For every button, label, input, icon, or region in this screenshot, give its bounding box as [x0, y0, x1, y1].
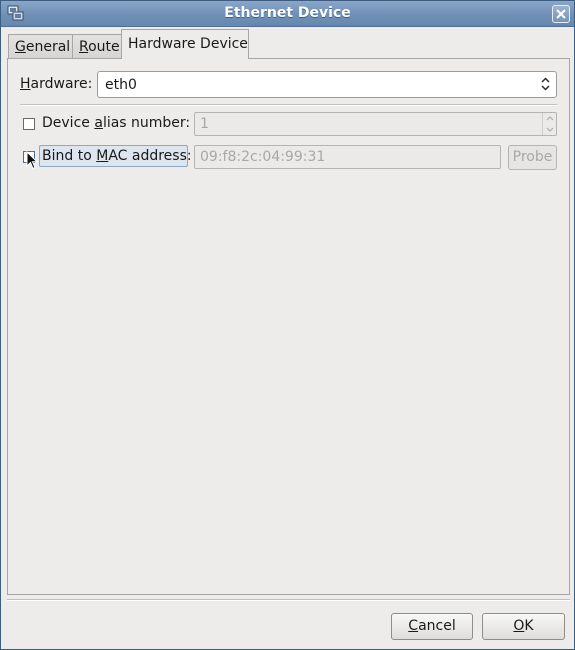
tab-panel	[7, 58, 570, 595]
mac-label-rest: AC address:	[108, 148, 192, 164]
alias-label-pre: Device	[42, 115, 95, 131]
hardware-label-text: ardware:	[30, 76, 93, 92]
mac-label-mnemonic: M	[96, 148, 109, 164]
close-icon	[556, 9, 566, 19]
alias-number-spinbox[interactable]: 1	[194, 112, 557, 136]
updown-arrows-icon	[541, 77, 550, 91]
alias-checkbox[interactable]	[23, 118, 35, 130]
alias-label: Device alias number:	[42, 115, 190, 131]
hardware-label-mnemonic: H	[20, 76, 31, 92]
tab-route[interactable]: Route	[72, 34, 122, 58]
hardware-select[interactable]: eth0	[97, 71, 557, 98]
dialog-window: Ethernet Device General Route Hardware D…	[0, 0, 575, 650]
button-separator	[7, 599, 570, 601]
hardware-select-value: eth0	[105, 77, 137, 93]
alias-label-rest: lias number:	[102, 115, 191, 131]
cancel-mnemonic: C	[408, 618, 419, 634]
spin-down-icon	[546, 127, 554, 132]
spin-buttons[interactable]	[542, 113, 556, 135]
alias-label-mnemonic: a	[94, 115, 103, 131]
probe-button-label: Probe	[512, 149, 553, 165]
probe-button[interactable]: Probe	[508, 145, 557, 170]
alias-number-value: 1	[200, 116, 209, 132]
mac-address-field[interactable]: 09:f8:2c:04:99:31	[194, 145, 501, 169]
ok-button[interactable]: OK	[482, 613, 565, 640]
tab-general-label: eneral	[25, 39, 71, 55]
mouse-pointer-icon	[26, 151, 38, 170]
title-bar[interactable]: Ethernet Device	[1, 1, 574, 27]
hardware-label: Hardware:	[20, 76, 92, 92]
tab-route-mnemonic: R	[79, 39, 89, 55]
mac-label: Bind to MAC address:	[42, 148, 192, 164]
mac-label-pre: Bind to	[42, 148, 97, 164]
ok-label: K	[524, 618, 534, 634]
close-button[interactable]	[552, 5, 570, 23]
cancel-button[interactable]: Cancel	[391, 613, 473, 640]
mac-address-value: 09:f8:2c:04:99:31	[200, 149, 326, 165]
tab-route-label: oute	[88, 39, 120, 55]
separator	[20, 104, 557, 106]
tab-hardware-device-label: Hardware Device	[128, 36, 248, 52]
spin-up-icon	[546, 116, 554, 121]
tab-hardware-device[interactable]: Hardware Device	[121, 29, 249, 59]
tab-general[interactable]: General	[8, 34, 73, 58]
tab-general-mnemonic: G	[15, 39, 26, 55]
cancel-label: ancel	[418, 618, 456, 634]
ok-mnemonic: O	[513, 618, 525, 634]
window-title: Ethernet Device	[224, 5, 351, 21]
